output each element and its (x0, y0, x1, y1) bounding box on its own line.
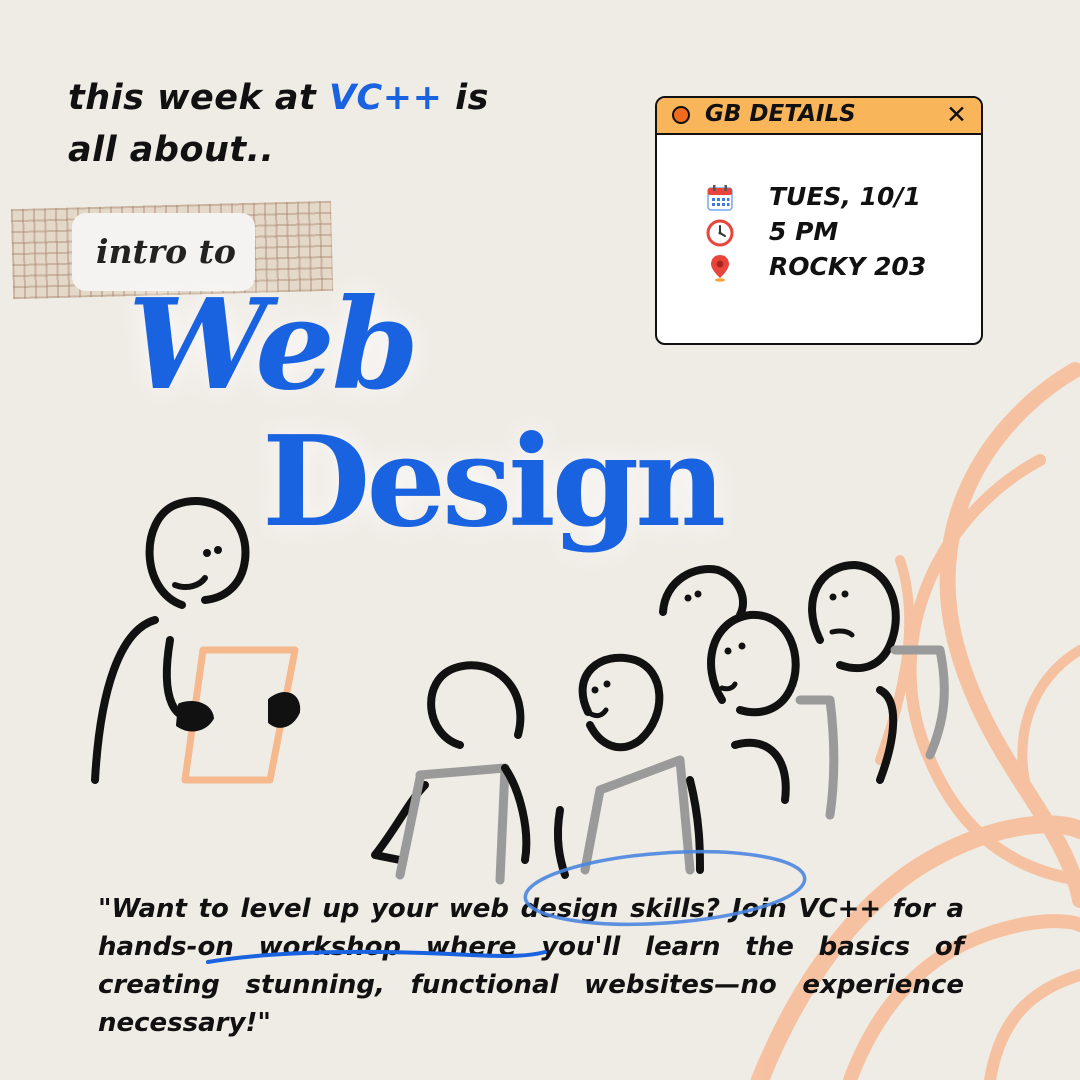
pen-annotations (206, 849, 807, 964)
poster: this week at VC++ is all about.. intro t… (0, 0, 1080, 1080)
underline-annotation (206, 949, 547, 964)
circle-annotation (523, 849, 807, 927)
